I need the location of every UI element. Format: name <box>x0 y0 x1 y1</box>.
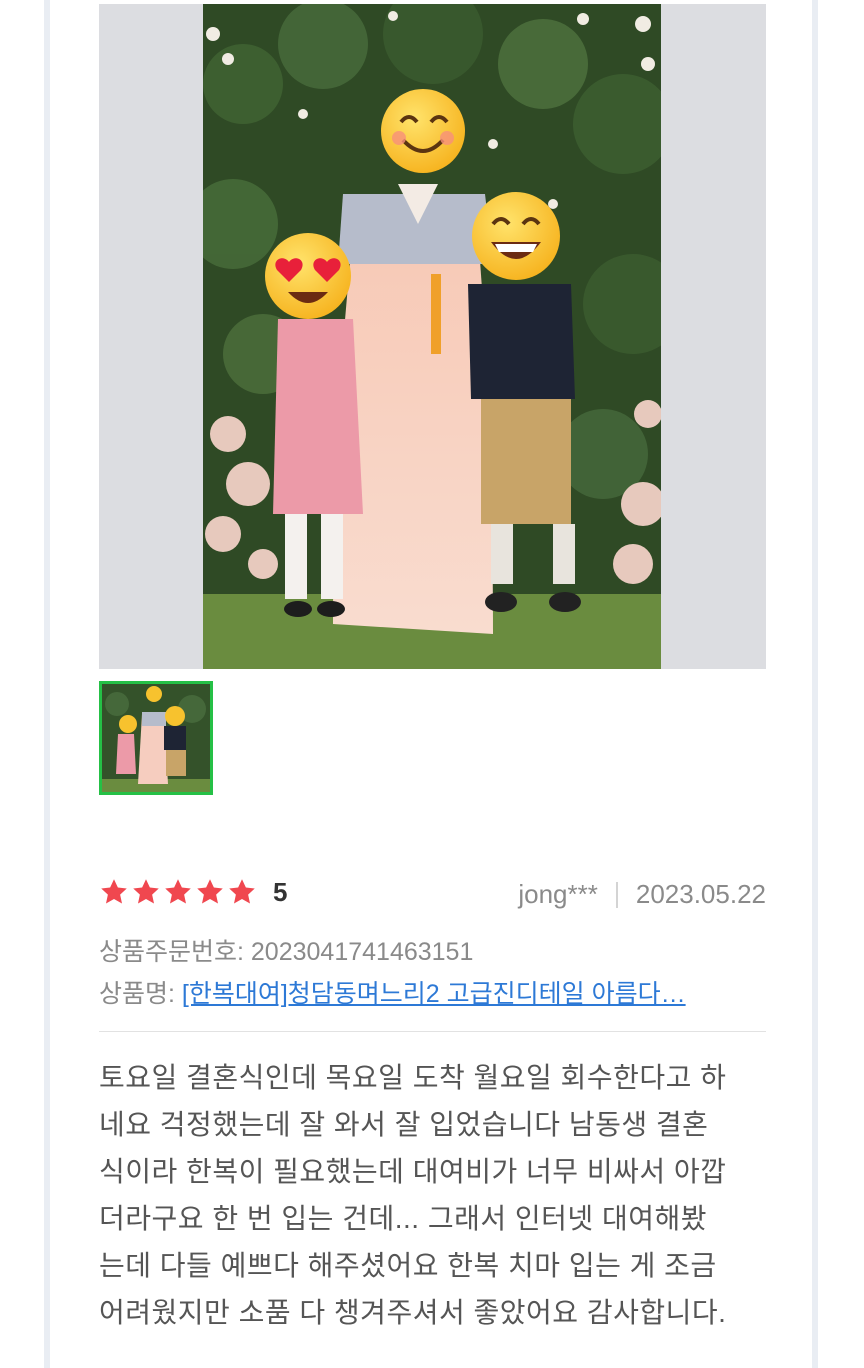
star-icon <box>101 879 127 904</box>
review-date: 2023.05.22 <box>635 879 766 909</box>
product-name-row: 상품명: [한복대여]청담동며느리2 고급진디테일 아름다… <box>99 974 766 1010</box>
review-author: jong*** <box>518 879 598 909</box>
review-body-text: 토요일 결혼식인데 목요일 도착 월요일 회수한다고 하 네요 걱정했는데 잘 … <box>99 1062 727 1328</box>
order-number-row: 상품주문번호: 2023041741463151 <box>99 932 766 968</box>
star-icon <box>229 879 255 904</box>
review-photo-thumbnail[interactable] <box>99 681 213 795</box>
review-divider <box>99 1031 766 1032</box>
review-meta: jong*** 2023.05.22 <box>518 879 766 910</box>
review-rating-row: 5 jong*** 2023.05.22 <box>99 875 766 913</box>
star-rating <box>99 877 257 907</box>
product-name-label: 상품명: <box>99 980 175 1008</box>
order-number-value: 2023041741463151 <box>250 938 474 966</box>
meta-separator <box>615 881 618 908</box>
grinning-face-emoji <box>472 192 560 280</box>
review-photo <box>203 4 661 669</box>
star-icon <box>197 879 223 904</box>
star-icon <box>133 879 159 904</box>
rating-score: 5 <box>273 877 288 907</box>
page-rail-right <box>812 0 818 1368</box>
page-rail-left <box>44 0 50 1368</box>
heart-eyes-emoji <box>265 233 351 319</box>
smiling-face-emoji <box>381 89 465 173</box>
product-name-link[interactable]: [한복대여]청담동며느리2 고급진디테일 아름다… <box>182 980 686 1008</box>
star-icon <box>165 879 191 904</box>
order-number-label: 상품주문번호: <box>99 938 244 966</box>
review-photo-viewer[interactable] <box>99 4 766 669</box>
